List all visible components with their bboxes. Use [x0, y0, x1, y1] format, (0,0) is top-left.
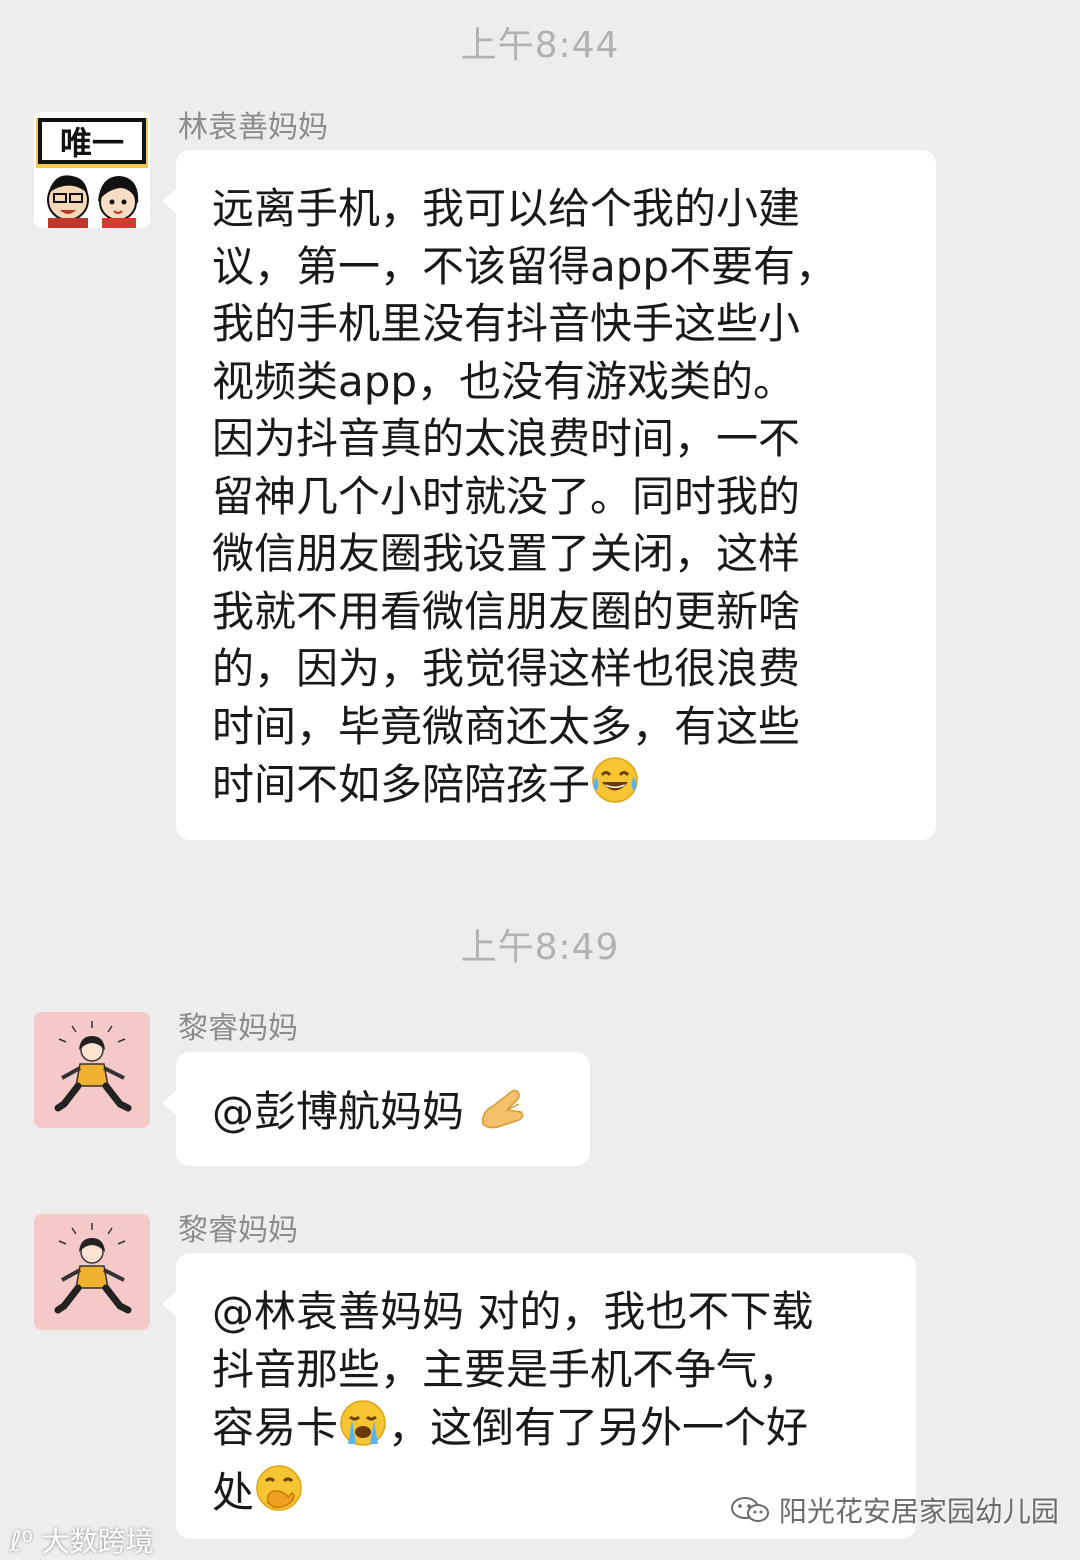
avatar-couple-image: 唯一: [34, 112, 150, 228]
watermark-left: ℓ⁰ 大数跨境: [10, 1525, 154, 1558]
sender-name: 林袁善妈妈: [178, 110, 328, 145]
timestamp: 上午8:44: [460, 25, 620, 66]
message-line: 议，第一，不该留得app不要有，: [212, 241, 838, 291]
message-line: 远离手机，我可以给个我的小建: [212, 184, 801, 233]
hand-over-mouth-icon: [254, 1463, 304, 1528]
avatar[interactable]: [34, 1012, 150, 1128]
watermark-right: 阳光花安居家园幼儿园: [730, 1490, 1059, 1530]
wechat-official-account-icon: [730, 1495, 779, 1528]
message-line: 微信朋友圈我设置了关闭，这样: [212, 529, 801, 578]
message-line: 因为抖音真的太浪费时间，一不: [212, 414, 801, 463]
watermark-logo-icon: ℓ⁰: [10, 1525, 42, 1558]
message-line: 我就不用看微信朋友圈的更新啥: [212, 586, 801, 636]
sender-name: 黎睿妈妈: [178, 1011, 298, 1046]
message-line: 时间不如多陪陪孩子: [212, 760, 591, 809]
message-line: 视频类app，也没有游戏类的。: [212, 356, 796, 406]
pinched-fingers-icon: [477, 1082, 527, 1147]
avatar[interactable]: [34, 1214, 150, 1330]
message-line: 我的手机里没有抖音快手这些小: [212, 299, 801, 348]
avatar-dancing-girl-image: [34, 1214, 150, 1330]
avatar-badge-text: 唯一: [60, 124, 124, 162]
message-bubble[interactable]: 远离手机，我可以给个我的小建 议，第一，不该留得app不要有， 我的手机里没有抖…: [162, 150, 936, 840]
avatar[interactable]: 唯一: [34, 112, 150, 228]
message-line: 时间，毕竟微商还太多，有这些: [212, 701, 801, 751]
sender-name: 黎睿妈妈: [178, 1213, 298, 1248]
message-line: 抖音那些，主要是手机不争气，: [212, 1344, 801, 1394]
avatar-dancing-girl-image: [34, 1012, 150, 1128]
tears-of-joy-icon: [590, 755, 640, 820]
message-line: 留神几个小时就没了。同时我的: [212, 471, 801, 521]
message-text: @彭博航妈妈: [212, 1087, 478, 1136]
message-line: ，这倒有了另外一个好: [388, 1403, 809, 1452]
message-line: 容易卡: [212, 1403, 339, 1452]
message-line: 处: [212, 1467, 255, 1517]
message-bubble[interactable]: @彭博航妈妈: [162, 1052, 590, 1166]
timestamp: 上午8:49: [460, 927, 620, 968]
message-line: 的，因为，我觉得这样也很浪费: [212, 644, 801, 693]
message-line: @林袁善妈妈 对的，我也不下载: [212, 1287, 814, 1336]
loudly-crying-icon: [338, 1398, 388, 1463]
